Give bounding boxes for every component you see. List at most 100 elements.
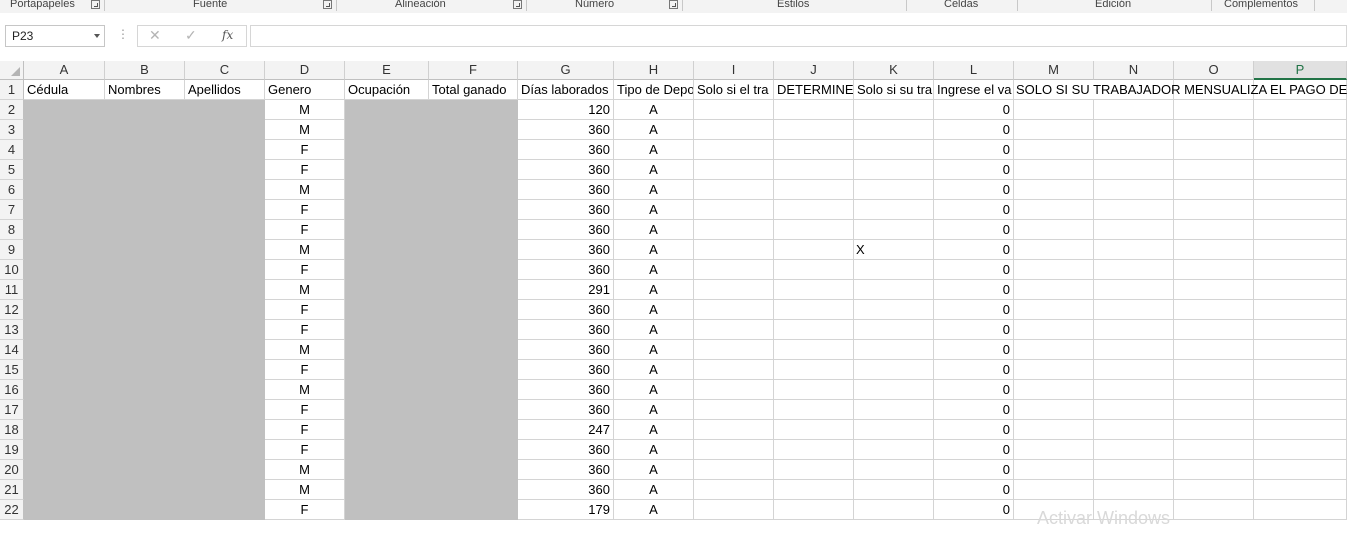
redacted-cell-b8[interactable]	[105, 220, 185, 240]
cell-d19[interactable]: F	[265, 440, 345, 460]
redacted-cell-f22[interactable]	[429, 500, 518, 520]
redacted-cell-f2[interactable]	[429, 100, 518, 120]
cell-j17[interactable]	[774, 400, 854, 420]
redacted-cell-e4[interactable]	[345, 140, 429, 160]
redacted-cell-b12[interactable]	[105, 300, 185, 320]
cell-j2[interactable]	[774, 100, 854, 120]
cell-d18[interactable]: F	[265, 420, 345, 440]
cell-i5[interactable]	[694, 160, 774, 180]
cell-j14[interactable]	[774, 340, 854, 360]
cell-h11[interactable]: A	[614, 280, 694, 300]
cell-m11[interactable]	[1014, 280, 1094, 300]
column-header-h[interactable]: H	[614, 61, 694, 80]
dialog-launcher-icon[interactable]	[91, 0, 100, 9]
redacted-cell-c6[interactable]	[185, 180, 265, 200]
cell-i14[interactable]	[694, 340, 774, 360]
redacted-cell-b20[interactable]	[105, 460, 185, 480]
cell-g15[interactable]: 360	[518, 360, 614, 380]
cell-i11[interactable]	[694, 280, 774, 300]
cell-i6[interactable]	[694, 180, 774, 200]
redacted-cell-c12[interactable]	[185, 300, 265, 320]
cell-k3[interactable]	[854, 120, 934, 140]
dialog-launcher-icon[interactable]	[323, 0, 332, 9]
redacted-cell-b21[interactable]	[105, 480, 185, 500]
cell-n15[interactable]	[1094, 360, 1174, 380]
cell-h16[interactable]: A	[614, 380, 694, 400]
row-header-2[interactable]: 2	[0, 100, 24, 120]
cell-n20[interactable]	[1094, 460, 1174, 480]
column-header-g[interactable]: G	[518, 61, 614, 80]
row-header-19[interactable]: 19	[0, 440, 24, 460]
redacted-cell-e7[interactable]	[345, 200, 429, 220]
cell-k11[interactable]	[854, 280, 934, 300]
cell-g22[interactable]: 179	[518, 500, 614, 520]
cell-j13[interactable]	[774, 320, 854, 340]
enter-icon[interactable]: ✓	[185, 27, 197, 44]
redacted-cell-a10[interactable]	[24, 260, 105, 280]
cell-m21[interactable]	[1014, 480, 1094, 500]
redacted-cell-b11[interactable]	[105, 280, 185, 300]
row-header-12[interactable]: 12	[0, 300, 24, 320]
cell-k8[interactable]	[854, 220, 934, 240]
cell-h9[interactable]: A	[614, 240, 694, 260]
cell-m8[interactable]	[1014, 220, 1094, 240]
redacted-cell-c9[interactable]	[185, 240, 265, 260]
cell-h18[interactable]: A	[614, 420, 694, 440]
redacted-cell-a5[interactable]	[24, 160, 105, 180]
cell-n7[interactable]	[1094, 200, 1174, 220]
cell-l16[interactable]: 0	[934, 380, 1014, 400]
redacted-cell-c3[interactable]	[185, 120, 265, 140]
cell-h13[interactable]: A	[614, 320, 694, 340]
cell-h22[interactable]: A	[614, 500, 694, 520]
cell-d7[interactable]: F	[265, 200, 345, 220]
redacted-cell-b4[interactable]	[105, 140, 185, 160]
row-header-17[interactable]: 17	[0, 400, 24, 420]
redacted-cell-a19[interactable]	[24, 440, 105, 460]
cell-m17[interactable]	[1014, 400, 1094, 420]
redacted-cell-b22[interactable]	[105, 500, 185, 520]
redacted-cell-b6[interactable]	[105, 180, 185, 200]
cell-n3[interactable]	[1094, 120, 1174, 140]
cell-d4[interactable]: F	[265, 140, 345, 160]
cell-i19[interactable]	[694, 440, 774, 460]
cell-p20[interactable]	[1254, 460, 1347, 480]
redacted-cell-e8[interactable]	[345, 220, 429, 240]
row-header-9[interactable]: 9	[0, 240, 24, 260]
cell-g21[interactable]: 360	[518, 480, 614, 500]
redacted-cell-a11[interactable]	[24, 280, 105, 300]
cell-i3[interactable]	[694, 120, 774, 140]
header-cell-l[interactable]: Ingrese el va	[934, 80, 1014, 100]
cell-m7[interactable]	[1014, 200, 1094, 220]
dialog-launcher-icon[interactable]	[513, 0, 522, 9]
cell-n12[interactable]	[1094, 300, 1174, 320]
cell-m2[interactable]	[1014, 100, 1094, 120]
redacted-cell-c21[interactable]	[185, 480, 265, 500]
row-header-6[interactable]: 6	[0, 180, 24, 200]
cell-n5[interactable]	[1094, 160, 1174, 180]
header-cell-f[interactable]: Total ganado	[429, 80, 518, 100]
redacted-cell-f21[interactable]	[429, 480, 518, 500]
cell-o16[interactable]	[1174, 380, 1254, 400]
cell-g12[interactable]: 360	[518, 300, 614, 320]
row-header-18[interactable]: 18	[0, 420, 24, 440]
cell-p10[interactable]	[1254, 260, 1347, 280]
row-header-15[interactable]: 15	[0, 360, 24, 380]
cell-h21[interactable]: A	[614, 480, 694, 500]
cell-j18[interactable]	[774, 420, 854, 440]
cell-i8[interactable]	[694, 220, 774, 240]
cell-p9[interactable]	[1254, 240, 1347, 260]
cell-d5[interactable]: F	[265, 160, 345, 180]
cell-l17[interactable]: 0	[934, 400, 1014, 420]
cell-p16[interactable]	[1254, 380, 1347, 400]
header-cell-a[interactable]: Cédula	[24, 80, 105, 100]
redacted-cell-f18[interactable]	[429, 420, 518, 440]
cell-m19[interactable]	[1014, 440, 1094, 460]
cell-n18[interactable]	[1094, 420, 1174, 440]
cell-o20[interactable]	[1174, 460, 1254, 480]
cell-p4[interactable]	[1254, 140, 1347, 160]
redacted-cell-c7[interactable]	[185, 200, 265, 220]
cell-n6[interactable]	[1094, 180, 1174, 200]
cell-p3[interactable]	[1254, 120, 1347, 140]
cell-l21[interactable]: 0	[934, 480, 1014, 500]
redacted-cell-f17[interactable]	[429, 400, 518, 420]
